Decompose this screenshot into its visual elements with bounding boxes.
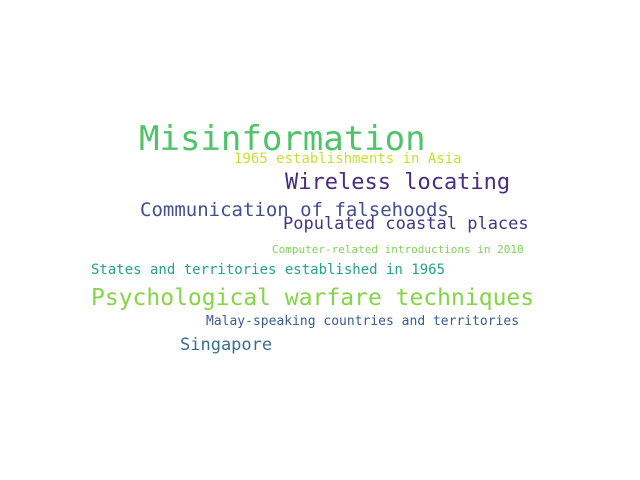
cloud-word-psychological-warfare-techniques: Psychological warfare techniques [91,285,535,311]
cloud-word-malay-speaking-countries: Malay-speaking countries and territories [206,314,520,329]
word-cloud: Misinformation 1965 establishments in As… [0,0,640,480]
cloud-word-states-and-territories-1965: States and territories established in 19… [91,262,446,278]
cloud-word-populated-coastal-places: Populated coastal places [283,214,529,234]
cloud-word-wireless-locating: Wireless locating [285,170,511,195]
cloud-word-computer-related-introductions-2010: Computer-related introductions in 2010 [272,243,524,256]
cloud-word-singapore: Singapore [180,335,273,355]
cloud-word-1965-establishments-in-asia: 1965 establishments in Asia [234,151,462,167]
